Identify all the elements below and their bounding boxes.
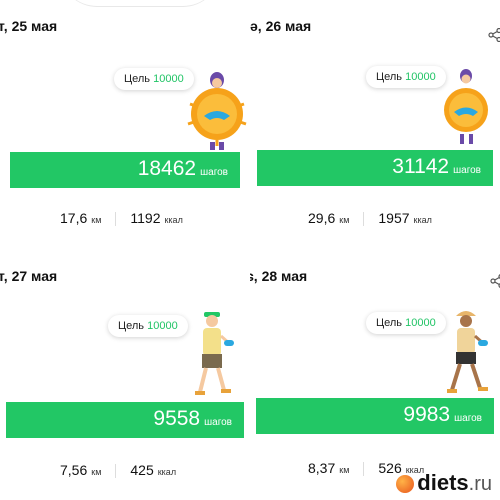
stats-row: 7,56 км 425 ккал — [60, 462, 177, 479]
steps-count: 9983 — [403, 403, 451, 426]
distance-value: 8,37 — [308, 460, 336, 476]
stats-separator — [363, 212, 365, 227]
watermark-text: diets — [417, 470, 469, 495]
steps-bar: 9983 шагов — [256, 398, 494, 434]
orange-sun-badge-icon — [187, 72, 247, 150]
steps-bar: 18462 шагов — [10, 152, 240, 188]
stats-separator — [115, 212, 117, 227]
stats-row: 17,6 км 1192 ккал — [60, 210, 183, 227]
steps-unit: шагов — [453, 165, 481, 176]
card-date: ə, 26 мая — [250, 18, 312, 34]
goal-label: Цель — [376, 317, 403, 329]
card-date: т, 27 мая — [0, 268, 58, 284]
walking-person-icon — [447, 311, 488, 393]
share-icon[interactable] — [488, 28, 500, 42]
goal-label: Цель — [124, 73, 151, 85]
apple-logo-icon — [396, 475, 415, 494]
steps-count: 9558 — [153, 407, 201, 430]
top-curve-decoration — [60, 0, 220, 7]
distance-unit: км — [339, 465, 350, 475]
steps-unit: шагов — [200, 167, 228, 178]
goal-value: 10000 — [153, 73, 184, 85]
steps-count: 18462 — [137, 157, 197, 180]
steps-bar: 31142 шагов — [257, 150, 493, 186]
distance-value: 17,6 — [60, 210, 88, 226]
card-date: т, 25 мая — [0, 18, 58, 34]
calories-unit: ккал — [164, 215, 183, 225]
goal-value: 10000 — [405, 71, 436, 83]
steps-unit: шагов — [204, 417, 232, 428]
calories-unit: ккал — [413, 215, 432, 225]
steps-bar: 9558 шагов — [6, 402, 244, 438]
calories-value: 425 — [130, 462, 154, 478]
stats-separator — [363, 462, 365, 477]
walking-person-icon — [195, 312, 234, 395]
steps-count: 31142 — [392, 155, 450, 178]
goal-bubble: Цель 10000 — [114, 68, 194, 90]
distance-value: 29,6 — [308, 210, 336, 226]
orange-sun-badge-icon — [444, 69, 488, 144]
stats-row: 29,6 км 1957 ккал — [308, 210, 432, 227]
distance-unit: км — [91, 467, 102, 477]
goal-value: 10000 — [147, 320, 178, 332]
goal-label: Цель — [118, 320, 145, 332]
stats-separator — [115, 464, 117, 479]
distance-value: 7,56 — [60, 462, 88, 478]
goal-value: 10000 — [405, 317, 436, 329]
goal-label: Цель — [376, 71, 403, 83]
steps-unit: шагов — [454, 413, 482, 424]
calories-value: 1192 — [130, 210, 161, 226]
calories-unit: ккал — [157, 467, 177, 477]
day-card-may-27[interactable]: т, 27 мая Цель 10000 9558 шагов 7,56 км 425… — [0, 250, 250, 500]
calories-value: 1957 — [378, 210, 410, 226]
watermark-suffix: .ru — [468, 473, 492, 495]
goal-bubble: Цель 10000 — [366, 66, 446, 88]
distance-unit: км — [91, 215, 102, 225]
goal-bubble: Цель 10000 — [366, 312, 446, 334]
day-card-may-25[interactable]: т, 25 мая Цель 10000 18462 шагов 17,6 км 11… — [0, 0, 250, 250]
share-icon[interactable] — [490, 274, 500, 288]
diets-watermark: diets.ru — [396, 470, 492, 496]
distance-unit: км — [339, 215, 350, 225]
day-card-may-26[interactable]: ə, 26 мая Цель 10000 31142 шагов 29,6 км 19… — [250, 0, 500, 250]
card-date: ɕ, 28 мая — [250, 268, 308, 284]
goal-bubble: Цель 10000 — [108, 315, 188, 337]
day-card-may-28[interactable]: ɕ, 28 мая Цель 10000 9983 шагов 8,37 км 526… — [250, 250, 500, 500]
